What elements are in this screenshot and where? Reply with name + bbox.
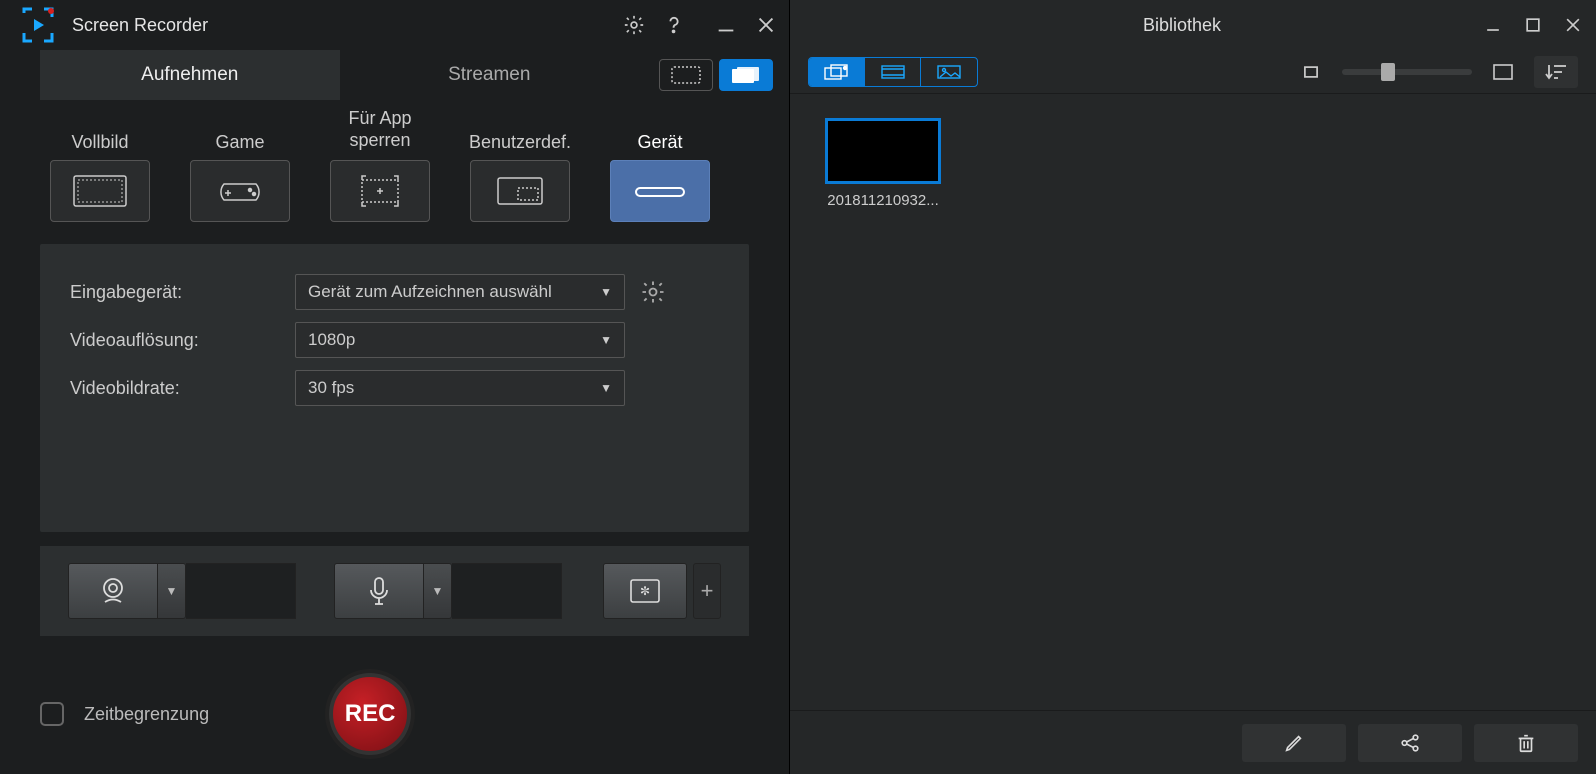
minimize-icon[interactable] xyxy=(715,14,737,36)
library-item[interactable]: 201811210932... xyxy=(818,118,948,209)
bottom-row: Zeitbegrenzung REC xyxy=(0,636,789,774)
filter-all-button[interactable] xyxy=(809,58,865,86)
library-maximize-icon[interactable] xyxy=(1522,14,1544,36)
mode-fullscreen-label: Vollbild xyxy=(71,106,128,154)
app-logo-icon xyxy=(18,5,58,45)
library-window: Bibliothek 2018112109 xyxy=(789,0,1596,774)
input-device-label: Eingabegerät: xyxy=(70,282,295,303)
mode-lockapp-button[interactable] xyxy=(330,160,430,222)
framerate-label: Videobildrate: xyxy=(70,378,295,399)
thumb-size-slider[interactable] xyxy=(1342,69,1472,75)
device-settings-panel: Eingabegerät: Gerät zum Aufzeichnen ausw… xyxy=(40,244,749,532)
mode-custom-label: Benutzerdef. xyxy=(469,106,571,154)
mode-fullscreen-button[interactable] xyxy=(50,160,150,222)
recorder-window: Screen Recorder Aufnehmen Stream xyxy=(0,0,789,774)
overlay-button[interactable]: ✼ xyxy=(603,563,687,619)
source-row: ▼ ▼ ✼ + xyxy=(40,546,749,636)
delete-button[interactable] xyxy=(1474,724,1578,762)
sort-button[interactable] xyxy=(1534,56,1578,88)
slider-thumb[interactable] xyxy=(1381,63,1395,81)
record-button[interactable]: REC xyxy=(329,673,411,755)
tab-stream[interactable]: Streamen xyxy=(340,50,640,100)
library-close-icon[interactable] xyxy=(1562,14,1584,36)
help-icon[interactable] xyxy=(663,14,685,36)
capture-mode-row: Vollbild Game Für App sperren Benutzerde… xyxy=(0,100,789,230)
webcam-preview xyxy=(186,563,296,619)
mode-lockapp-label: Für App sperren xyxy=(320,106,440,154)
filter-image-button[interactable] xyxy=(921,58,977,86)
edit-button[interactable] xyxy=(1242,724,1346,762)
library-toolbar xyxy=(790,50,1596,94)
mode-game-button[interactable] xyxy=(190,160,290,222)
settings-icon[interactable] xyxy=(623,14,645,36)
library-grid: 201811210932... xyxy=(790,94,1596,710)
library-minimize-icon[interactable] xyxy=(1482,14,1504,36)
webcam-caret[interactable]: ▼ xyxy=(158,563,186,619)
time-limit-checkbox[interactable] xyxy=(40,702,64,726)
webcam-button[interactable] xyxy=(68,563,158,619)
filter-video-button[interactable] xyxy=(865,58,921,86)
mode-device-button[interactable] xyxy=(610,160,710,222)
thumb-small-icon[interactable] xyxy=(1300,61,1322,83)
mode-device-label: Gerät xyxy=(637,106,682,154)
add-overlay-button[interactable]: + xyxy=(693,563,721,619)
library-titlebar: Bibliothek xyxy=(790,0,1596,50)
main-tabs: Aufnehmen Streamen xyxy=(0,50,789,100)
microphone-caret[interactable]: ▼ xyxy=(424,563,452,619)
time-limit-label: Zeitbegrenzung xyxy=(84,704,209,725)
mode-custom-button[interactable] xyxy=(470,160,570,222)
microphone-preview xyxy=(452,563,562,619)
thumbnail-label: 201811210932... xyxy=(827,192,939,209)
thumb-large-icon[interactable] xyxy=(1492,61,1514,83)
resolution-label: Videoauflösung: xyxy=(70,330,295,351)
svg-text:✼: ✼ xyxy=(640,584,650,598)
mode-game-label: Game xyxy=(215,106,264,154)
tab-record[interactable]: Aufnehmen xyxy=(40,50,340,100)
media-filter-group xyxy=(808,57,978,87)
layout-with-library-button[interactable] xyxy=(719,59,773,91)
library-footer xyxy=(790,710,1596,774)
library-title: Bibliothek xyxy=(882,15,1482,36)
thumbnail-image xyxy=(825,118,941,184)
resolution-dropdown[interactable]: 1080p▼ xyxy=(295,322,625,358)
share-button[interactable] xyxy=(1358,724,1462,762)
input-device-dropdown[interactable]: Gerät zum Aufzeichnen auswähl▼ xyxy=(295,274,625,310)
close-icon[interactable] xyxy=(755,14,777,36)
framerate-dropdown[interactable]: 30 fps▼ xyxy=(295,370,625,406)
input-device-settings-icon[interactable] xyxy=(639,278,667,306)
microphone-button[interactable] xyxy=(334,563,424,619)
titlebar: Screen Recorder xyxy=(0,0,789,50)
layout-single-button[interactable] xyxy=(659,59,713,91)
app-title: Screen Recorder xyxy=(72,15,623,36)
